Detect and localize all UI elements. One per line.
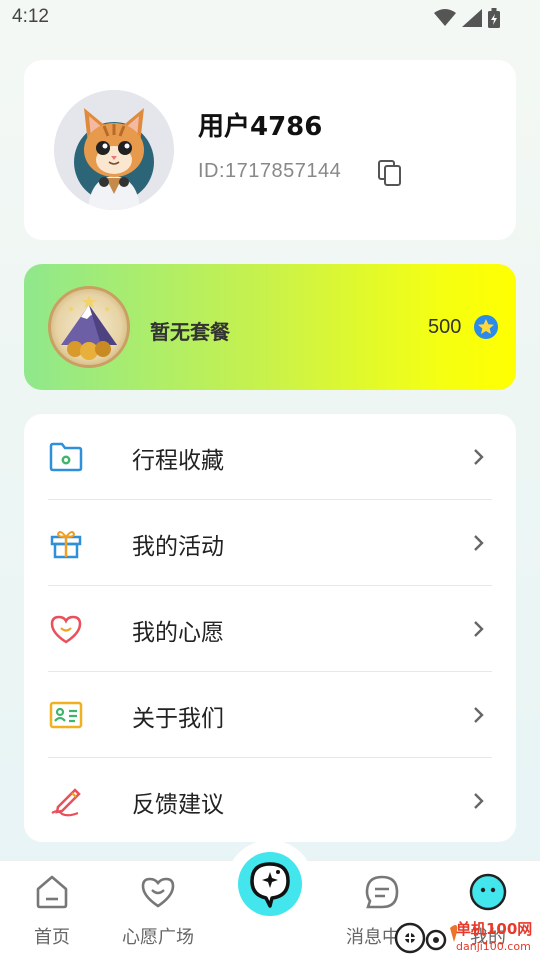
profile-icon (469, 873, 507, 911)
copy-icon[interactable] (378, 160, 402, 186)
menu-item-label: 关于我们 (132, 706, 224, 732)
battery-icon (488, 8, 500, 28)
chevron-right-icon (474, 707, 484, 723)
menu-item-label: 反馈建议 (132, 792, 224, 818)
chat-bubble-sparkle-icon (250, 862, 290, 908)
chevron-right-icon (474, 793, 484, 809)
menu-item-label: 我的心愿 (132, 620, 224, 646)
heart-icon (50, 615, 82, 644)
menu-item-feedback[interactable]: 反馈建议 (48, 758, 492, 844)
nav-item-home[interactable]: 首页 (2, 861, 102, 960)
username: 用户4786 (198, 112, 323, 142)
heart-icon (141, 877, 175, 908)
center-chat-button[interactable] (226, 840, 314, 928)
watermark-text: 单机100网 (456, 920, 533, 938)
membership-status: 暂无套餐 (150, 320, 230, 344)
chevron-right-icon (474, 449, 484, 465)
gift-icon (50, 531, 82, 559)
message-icon (365, 875, 399, 909)
menu-item-trip-favorites[interactable]: 行程收藏 (48, 414, 492, 500)
membership-card[interactable]: 暂无套餐 500 (24, 264, 516, 390)
folder-icon (49, 442, 83, 472)
nav-label: 心愿广场 (122, 927, 194, 948)
profile-card: 用户4786 ID:1717857144 (24, 60, 516, 240)
menu-card: 行程收藏 我的活动 我的心愿 关于我们 反馈建议 (24, 414, 516, 842)
watermark-url: danji100.com (456, 940, 531, 953)
chevron-right-icon (474, 535, 484, 551)
menu-item-my-activities[interactable]: 我的活动 (48, 500, 492, 586)
menu-item-about-us[interactable]: 关于我们 (48, 672, 492, 758)
signal-icon (462, 9, 482, 27)
home-icon (36, 875, 68, 909)
points-value: 500 (428, 316, 462, 338)
status-time: 4:12 (12, 6, 49, 27)
nav-item-wish-square[interactable]: 心愿广场 (108, 861, 208, 960)
chevron-right-icon (474, 621, 484, 637)
menu-item-label: 行程收藏 (132, 448, 224, 474)
mountain-badge-icon (48, 286, 130, 368)
wifi-icon (434, 9, 456, 26)
status-icons (434, 8, 500, 28)
id-card-icon (49, 701, 83, 729)
menu-item-my-wishes[interactable]: 我的心愿 (48, 586, 492, 672)
pen-icon (51, 788, 81, 817)
nav-label: 首页 (34, 927, 70, 948)
menu-item-label: 我的活动 (132, 534, 224, 560)
cat-avatar-icon (54, 90, 174, 210)
star-coin-icon (474, 315, 498, 339)
user-id: ID:1717857144 (198, 160, 342, 182)
avatar[interactable] (54, 90, 174, 210)
center-button-bg (238, 852, 302, 916)
status-bar: 4:12 (0, 0, 540, 36)
